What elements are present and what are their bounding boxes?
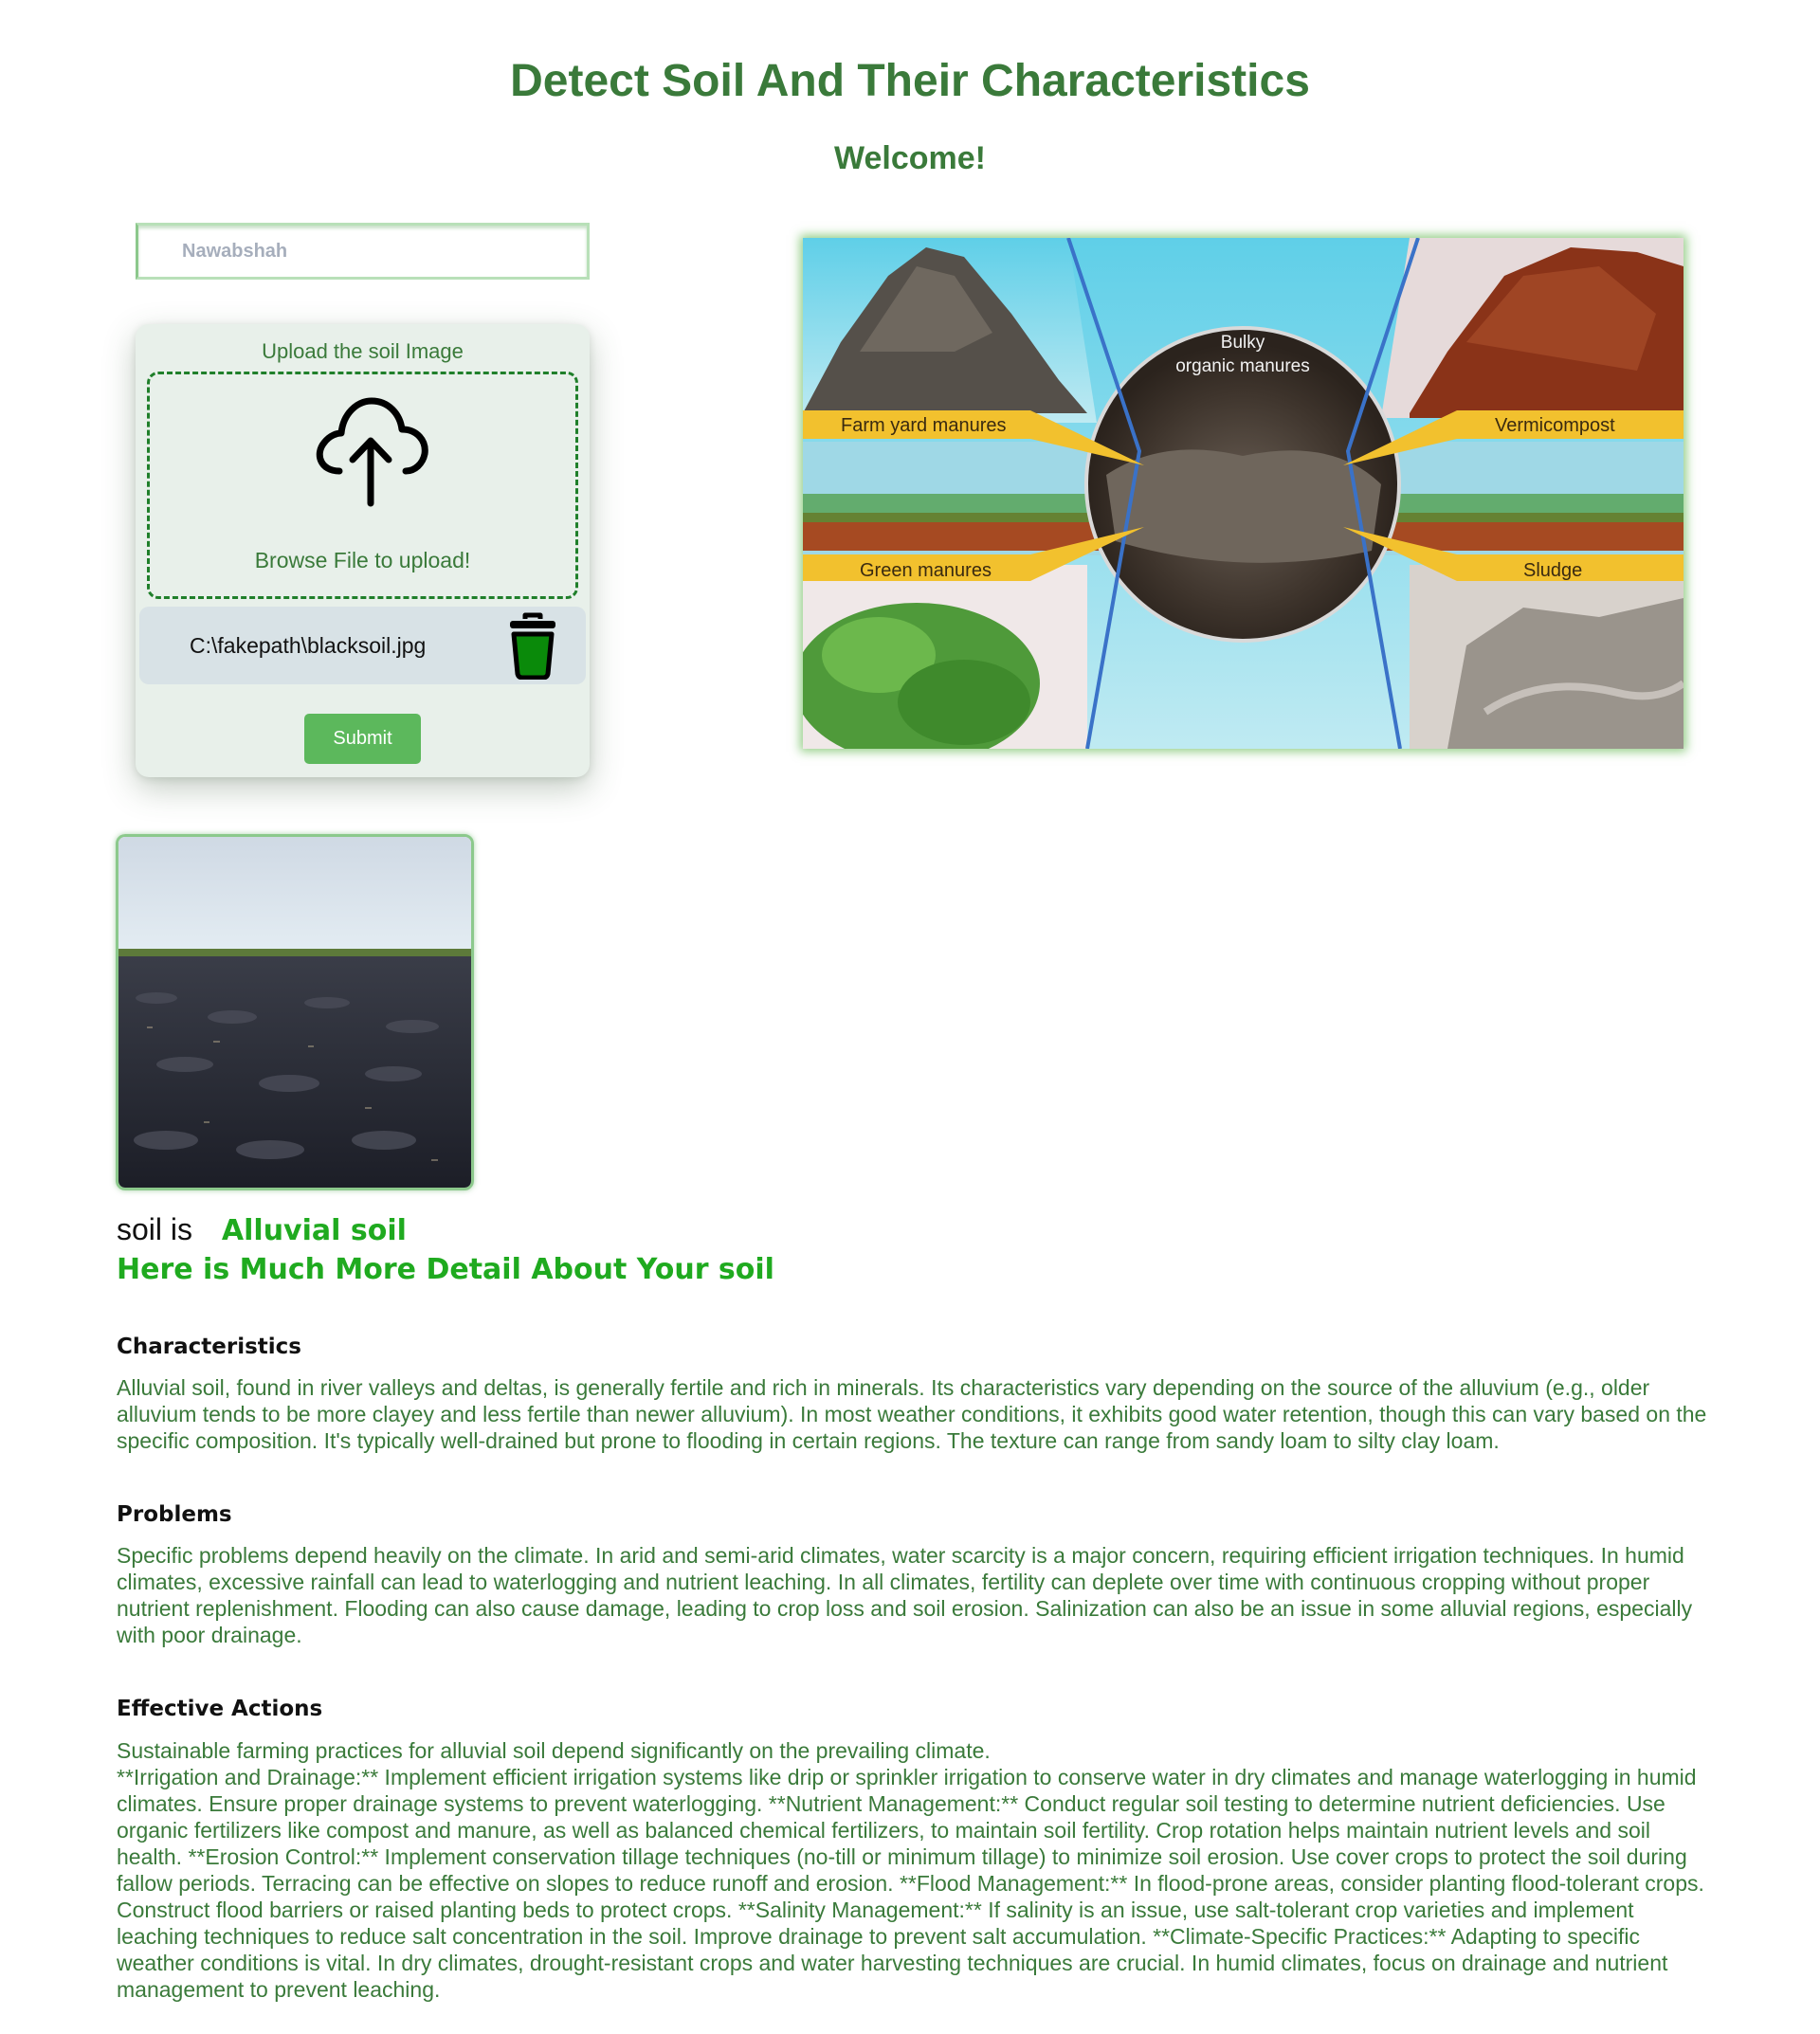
page-title: Detect Soil And Their Characteristics xyxy=(510,56,1310,106)
label-bulky-line1: Bulky xyxy=(1221,333,1265,353)
upload-card: Upload the soil Image Browse File to upl… xyxy=(136,324,590,777)
label-bulky-line2: organic manures xyxy=(1175,356,1310,376)
selected-file-name: C:\fakepath\blacksoil.jpg xyxy=(190,633,427,658)
label-sludge: Sludge xyxy=(1523,560,1582,581)
effective-actions-heading: Effective Actions xyxy=(117,1697,323,1721)
characteristics-heading: Characteristics xyxy=(117,1335,301,1359)
file-dropzone[interactable]: Browse File to upload! xyxy=(147,372,578,599)
result-prefix: soil is xyxy=(117,1212,193,1246)
location-input[interactable] xyxy=(136,223,590,280)
submit-button[interactable]: Submit xyxy=(304,714,421,764)
welcome-heading: Welcome! xyxy=(834,140,986,176)
page: Detect Soil And Their Characteristics We… xyxy=(0,0,1820,2034)
label-farm-yard-manures: Farm yard manures xyxy=(841,415,1007,436)
trash-icon[interactable] xyxy=(504,611,561,680)
upload-heading: Upload the soil Image xyxy=(262,339,464,363)
detected-soil-type: Alluvial soil xyxy=(221,1214,407,1247)
characteristics-text: Alluvial soil, found in river valleys an… xyxy=(117,1375,1707,1453)
result-line: soil is Alluvial soil xyxy=(117,1212,407,1247)
uploaded-soil-preview xyxy=(116,834,474,1190)
browse-label: Browse File to upload! xyxy=(254,548,471,572)
problems-text: Specific problems depend heavily on the … xyxy=(117,1543,1693,1647)
label-vermicompost: Vermicompost xyxy=(1495,415,1615,436)
organic-manures-illustration: Farm yard manures Vermicompost Green man… xyxy=(803,238,1684,749)
problems-heading: Problems xyxy=(117,1502,232,1527)
selected-file-bar: C:\fakepath\blacksoil.jpg xyxy=(139,607,586,684)
uploaded-soil-photo xyxy=(118,837,471,1188)
effective-actions-intro: Sustainable farming practices for alluvi… xyxy=(117,1738,991,1763)
cloud-upload-icon xyxy=(316,397,428,507)
detail-heading: Here is Much More Detail About Your soil xyxy=(117,1253,774,1286)
effective-actions-text: **Irrigation and Drainage:** Implement e… xyxy=(117,1765,1704,2002)
organic-manures-image: Farm yard manures Vermicompost Green man… xyxy=(803,238,1684,749)
label-green-manures: Green manures xyxy=(860,560,992,581)
